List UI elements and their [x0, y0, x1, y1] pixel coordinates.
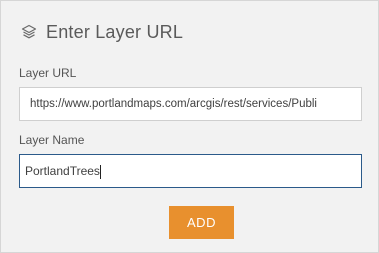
layer-url-value: https://www.portlandmaps.com/arcgis/rest… — [30, 98, 317, 110]
layer-name-input[interactable]: PortlandTrees — [19, 154, 362, 188]
panel-header: Enter Layer URL — [19, 19, 183, 45]
layer-url-label: Layer URL — [19, 66, 77, 80]
add-button[interactable]: ADD — [169, 206, 234, 239]
panel-title: Enter Layer URL — [46, 21, 184, 42]
layers-icon — [19, 22, 39, 42]
layer-url-input[interactable]: https://www.portlandmaps.com/arcgis/rest… — [19, 87, 362, 121]
layer-name-value: PortlandTrees — [25, 164, 100, 178]
text-caret — [99, 164, 101, 179]
enter-layer-url-panel: Enter Layer URL Layer URL https://www.po… — [0, 0, 379, 253]
layer-name-label: Layer Name — [19, 133, 85, 147]
